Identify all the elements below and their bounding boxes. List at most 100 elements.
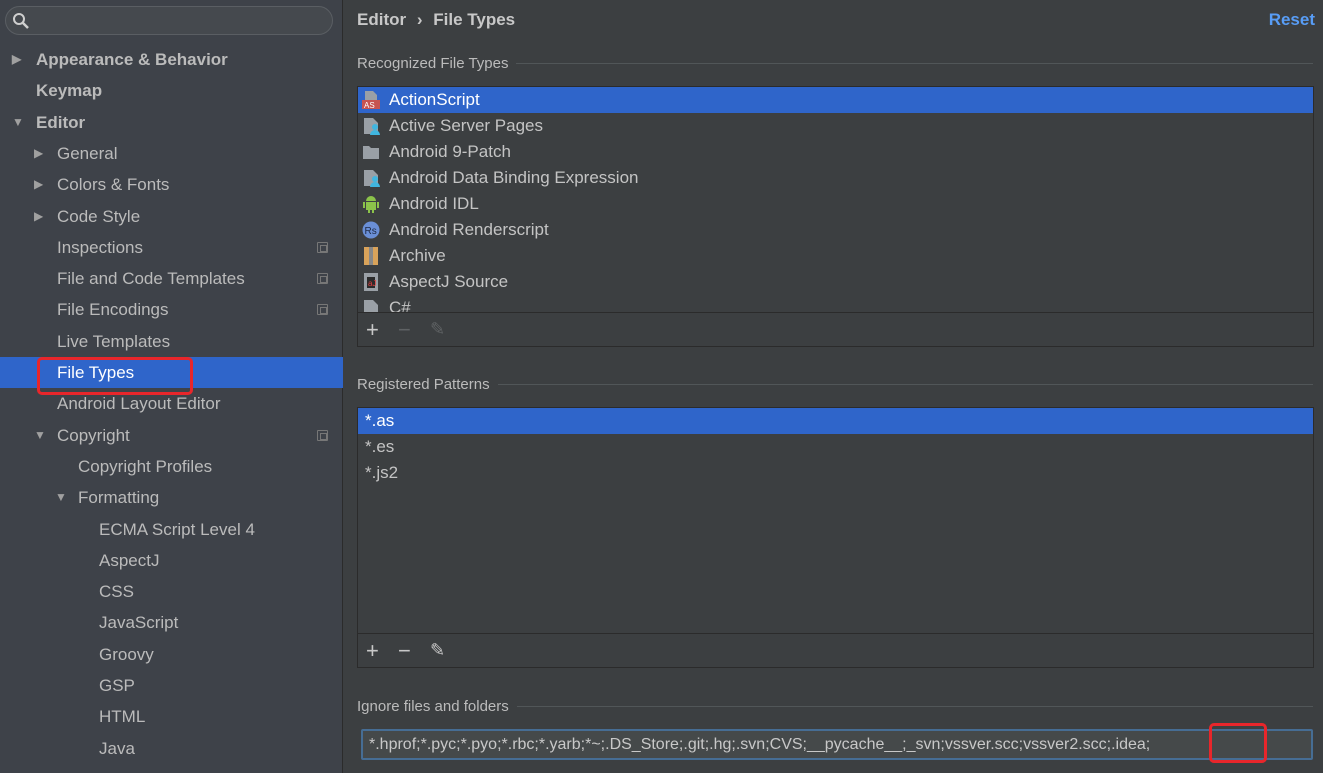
sidebar-item-label: Colors & Fonts: [57, 175, 170, 195]
sidebar-item-label: General: [57, 143, 118, 163]
list-item[interactable]: AS ActionScript: [358, 87, 1313, 113]
list-item-label: C#: [389, 298, 411, 313]
list-item[interactable]: *.js2: [358, 460, 1313, 486]
sidebar-item[interactable]: HTML: [0, 701, 343, 732]
recognized-section-header: Recognized File Types: [357, 55, 1313, 72]
file-user-icon: [364, 118, 380, 135]
sidebar-item-label: Live Templates: [57, 331, 171, 351]
list-item[interactable]: Active Server Pages: [358, 113, 1313, 139]
list-item[interactable]: *.as: [358, 408, 1313, 434]
sidebar-item[interactable]: ▼ Editor: [0, 107, 343, 138]
sidebar-item-label: GSP: [99, 676, 135, 695]
patterns-label: Registered Patterns: [357, 376, 490, 393]
file-icon: [364, 300, 378, 313]
reset-button[interactable]: Reset: [1269, 10, 1315, 30]
chevron-right-icon[interactable]: ▶: [34, 201, 43, 232]
list-item-label: Archive: [389, 246, 446, 265]
sidebar-item[interactable]: ▶ Appearance & Behavior: [0, 44, 343, 75]
edit-pattern-button[interactable]: ✎: [430, 640, 445, 661]
file-types-panel: Editor › File Types Reset Recognized Fil…: [344, 0, 1323, 773]
list-item-label: Android Renderscript: [389, 220, 549, 239]
sidebar-item[interactable]: GSP: [0, 670, 343, 701]
settings-sidebar: ▶ Appearance & Behavior Keymap ▼ Editor ▶ Gene…: [0, 0, 343, 773]
edit-file-type-button[interactable]: ✎: [430, 319, 445, 340]
add-pattern-button[interactable]: +: [366, 638, 379, 664]
project-scope-icon: [317, 304, 328, 316]
list-item-label: ActionScript: [389, 90, 480, 109]
sidebar-item-label: HTML: [99, 707, 146, 727]
chevron-down-icon[interactable]: ▼: [34, 420, 46, 451]
breadcrumb: Editor › File Types: [357, 10, 515, 30]
list-item[interactable]: Archive: [358, 243, 1313, 269]
sidebar-item[interactable]: File Encodings: [0, 294, 343, 325]
actionscript-icon: AS: [362, 91, 380, 109]
add-file-type-button[interactable]: +: [366, 317, 379, 343]
sidebar-item[interactable]: File and Code Templates: [0, 263, 343, 294]
ignore-label: Ignore files and folders: [357, 698, 509, 715]
sidebar-item[interactable]: ▶ Colors & Fonts: [0, 169, 343, 200]
list-item-label: AspectJ Source: [389, 272, 509, 291]
sidebar-item-label: Java: [99, 738, 135, 758]
sidebar-item[interactable]: ▶ Code Style: [0, 201, 343, 232]
list-item[interactable]: *.es: [358, 434, 1313, 460]
recognized-label: Recognized File Types: [357, 55, 509, 72]
sidebar-item[interactable]: AspectJ: [0, 545, 343, 576]
list-item-label: *.as: [365, 411, 395, 430]
sidebar-item[interactable]: ▶ General: [0, 138, 343, 169]
svg-text:aJ: aJ: [368, 279, 376, 288]
list-item[interactable]: C#: [358, 295, 1313, 313]
sidebar-item-label: ECMA Script Level 4: [99, 519, 255, 539]
sidebar-item[interactable]: CSS: [0, 576, 343, 607]
sidebar-item-label: Code Style: [57, 206, 141, 226]
list-item-label: *.js2: [365, 463, 399, 482]
android-icon: [363, 196, 379, 213]
chevron-down-icon[interactable]: ▼: [55, 482, 67, 513]
sidebar-item-label: AspectJ: [99, 550, 160, 570]
list-item[interactable]: Android IDL: [358, 191, 1313, 217]
sidebar-item[interactable]: ▼ Copyright: [0, 420, 343, 451]
sidebar-item[interactable]: Inspections: [0, 232, 343, 263]
folder-icon: [363, 146, 379, 159]
chevron-right-icon[interactable]: ▶: [12, 44, 21, 75]
page-title: File Types: [433, 10, 516, 29]
remove-pattern-button[interactable]: −: [398, 638, 411, 664]
sidebar-item-label: Copyright Profiles: [78, 456, 213, 476]
list-item[interactable]: Rs Android Renderscript: [358, 217, 1313, 243]
list-item[interactable]: Android 9-Patch: [358, 139, 1313, 165]
sidebar-item[interactable]: Live Templates: [0, 326, 343, 357]
sidebar-item[interactable]: Keymap: [0, 75, 343, 106]
sidebar-item-label: File Encodings: [57, 300, 169, 320]
renderscript-icon: Rs: [362, 221, 380, 239]
remove-file-type-button[interactable]: −: [398, 317, 411, 343]
sidebar-item-label: CSS: [99, 582, 134, 602]
chevron-right-icon[interactable]: ▶: [34, 169, 43, 200]
project-scope-icon: [317, 273, 328, 285]
sidebar-item[interactable]: ECMA Script Level 4: [0, 514, 343, 545]
registered-patterns-list[interactable]: *.as *.es *.js2: [358, 408, 1313, 634]
search-input[interactable]: [5, 6, 333, 35]
sidebar-item-label: Groovy: [99, 644, 154, 664]
highlight-box: [37, 357, 193, 395]
list-item[interactable]: aJ AspectJ Source: [358, 269, 1313, 295]
file-user-icon: [364, 170, 380, 187]
list-item[interactable]: Android Data Binding Expression: [358, 165, 1313, 191]
sidebar-item-label: JavaScript: [99, 613, 179, 633]
sidebar-item[interactable]: Java: [0, 733, 343, 764]
recognized-file-types-box: AS ActionScript Active Server Pages Android…: [357, 86, 1314, 347]
sidebar-item[interactable]: JavaScript: [0, 607, 343, 638]
sidebar-item[interactable]: ▼ Formatting: [0, 482, 343, 513]
ignore-files-input[interactable]: *.hprof;*.pyc;*.pyo;*.rbc;*.yarb;*~;.DS_…: [361, 729, 1313, 760]
chevron-down-icon[interactable]: ▼: [12, 107, 24, 138]
highlight-box: [1209, 723, 1267, 763]
archive-icon: [364, 247, 378, 265]
project-scope-icon: [317, 429, 328, 441]
list-item-label: Active Server Pages: [389, 116, 544, 135]
sidebar-item-label: Formatting: [78, 488, 160, 508]
recognized-file-types-list[interactable]: AS ActionScript Active Server Pages Android…: [358, 87, 1313, 313]
recognized-toolbar: + − ✎: [358, 312, 1313, 346]
sidebar-item[interactable]: Copyright Profiles: [0, 451, 343, 482]
sidebar-item[interactable]: Groovy: [0, 639, 343, 670]
svg-text:AS: AS: [364, 101, 375, 109]
chevron-right-icon[interactable]: ▶: [34, 138, 43, 169]
sidebar-item-label: File and Code Templates: [57, 269, 245, 289]
